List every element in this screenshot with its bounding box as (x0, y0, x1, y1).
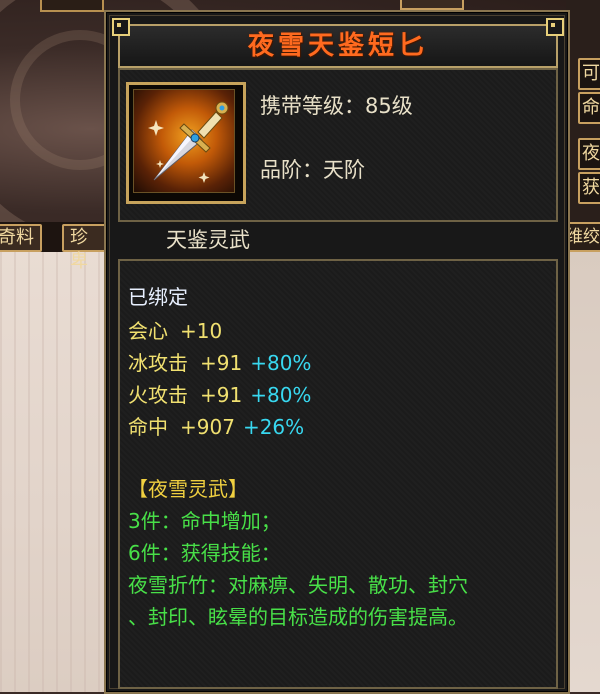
tab-treasures[interactable]: 珍卑 (62, 224, 110, 272)
set-skill-line-2: 、封印、眩晕的目标造成的伤害提高。 (128, 605, 468, 629)
carry-level-value: 85级 (365, 94, 413, 118)
stat-name: 命中 (128, 415, 168, 439)
stat-name: 火攻击 (128, 383, 188, 407)
tab-materials[interactable]: 奇料 (0, 224, 42, 252)
corner-ornament (112, 18, 130, 36)
set-title: 【夜雪灵武】 (128, 477, 248, 501)
carry-level-label: 携带等级： (260, 94, 365, 118)
dagger-icon (133, 89, 235, 193)
grade-value: 天阶 (323, 158, 365, 182)
stat-value: +907 (180, 415, 235, 439)
right-button-3[interactable]: 夜 (578, 138, 600, 170)
top-slot-frame (400, 0, 464, 10)
left-tab-bar: 奇料 珍卑 (0, 222, 110, 272)
stat-percent: +26% (242, 415, 305, 439)
stat-line: 冰攻击 +91 +80% (128, 347, 311, 376)
grade-label: 品阶： (260, 158, 323, 182)
stat-line: 命中 +907 +26% (128, 411, 304, 440)
stat-line: 火攻击 +91 +80% (128, 379, 311, 408)
stat-value: +91 (200, 383, 243, 407)
stat-percent: +80% (250, 351, 312, 375)
right-button-2[interactable]: 命 (578, 92, 600, 124)
set-bonus-6: 6件：获得技能： (128, 541, 281, 565)
stat-name: 会心 (128, 319, 168, 343)
item-icon-frame (126, 82, 246, 204)
right-panel-light (566, 250, 600, 692)
slot-frame (40, 0, 104, 12)
stat-percent: +80% (250, 383, 312, 407)
item-info-box: 携带等级：85级 品阶：天阶 (118, 68, 558, 222)
stat-value: +10 (180, 319, 223, 343)
item-grade: 品阶：天阶 (260, 154, 365, 184)
stat-line: 会心 +10 (128, 315, 222, 344)
stat-name: 冰攻击 (128, 351, 188, 375)
right-button-4[interactable]: 获 (578, 172, 600, 204)
stat-value: +91 (200, 351, 243, 375)
item-name: 夜雪天鉴短匕 (118, 24, 558, 68)
corner-ornament (546, 18, 564, 36)
set-bonus-3: 3件：命中增加； (128, 509, 281, 533)
carry-level: 携带等级：85级 (260, 90, 413, 120)
set-skill-line-1: 夜雪折竹：对麻痹、失明、散功、封穴 (128, 573, 468, 597)
item-tooltip: 夜雪天鉴短匕 携带等级：85级 品阶：天阶 天鉴灵武 已绑定 会心 +10 冰攻… (104, 10, 570, 694)
item-category: 天鉴灵武 (166, 228, 250, 252)
item-stats-box: 已绑定 会心 +10 冰攻击 +91 +80% 火攻击 +91 +80% 命中 +907 +2… (118, 259, 558, 689)
right-button-1[interactable]: 可 (578, 58, 600, 90)
bound-status: 已绑定 (128, 285, 188, 309)
